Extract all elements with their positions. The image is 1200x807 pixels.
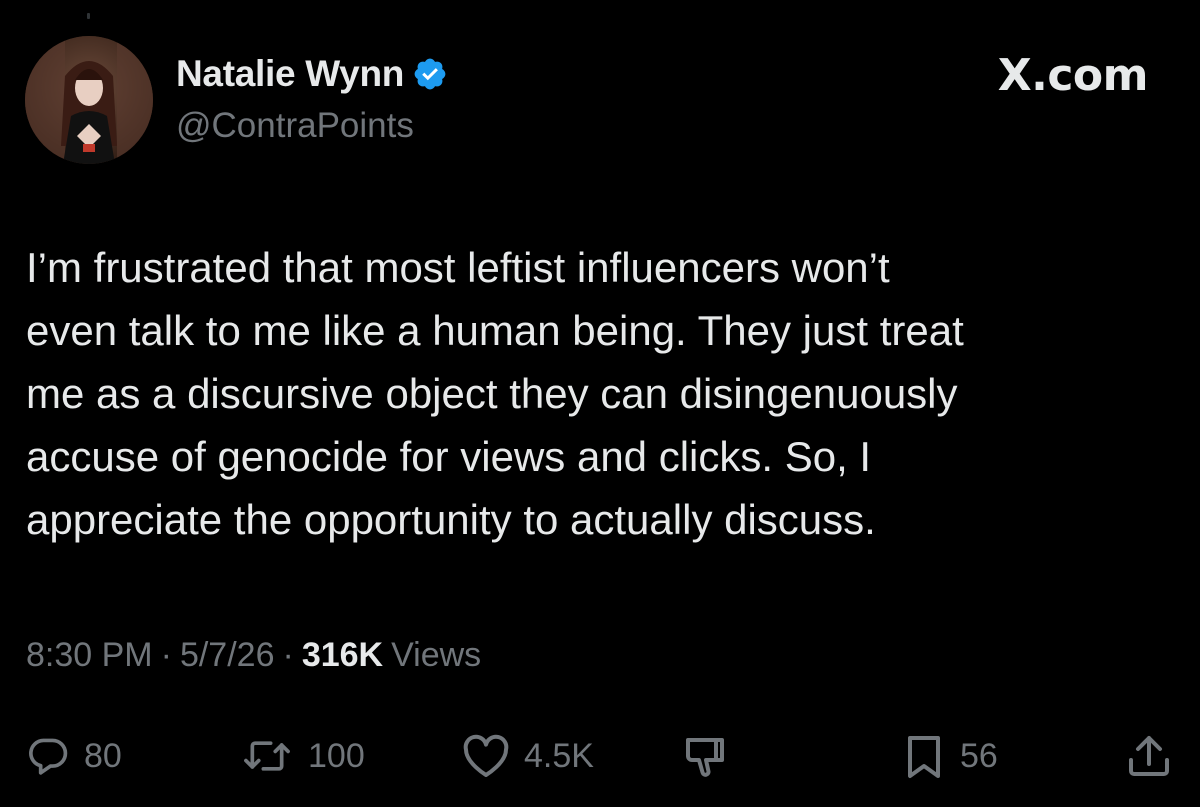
avatar-image <box>25 36 153 164</box>
reply-button[interactable]: 80 <box>26 728 122 784</box>
tweet-line: I’m frustrated that most leftist influen… <box>26 244 890 291</box>
tweet-body: I’m frustrated that most leftist influen… <box>26 236 1156 551</box>
reply-icon <box>29 738 68 775</box>
views-count[interactable]: 316K <box>302 636 383 675</box>
bookmark-button[interactable]: 56 <box>902 728 998 784</box>
action-bar: 80 100 4.5K 56 <box>0 728 1200 788</box>
meta-separator: · <box>282 636 294 674</box>
heart-icon <box>463 734 509 777</box>
tweet-line: appreciate the opportunity to actually d… <box>26 496 876 543</box>
tweet-line: even talk to me like a human being. They… <box>26 307 964 354</box>
bookmark-count: 56 <box>960 736 998 775</box>
author-name-row[interactable]: Natalie Wynn <box>176 52 448 96</box>
repost-icon <box>244 741 290 771</box>
dislike-button[interactable] <box>682 728 730 784</box>
tweet-line: accuse of genocide for views and clicks.… <box>26 433 872 480</box>
meta-separator: · <box>160 636 172 674</box>
views-label[interactable]: Views <box>391 636 481 675</box>
user-handle[interactable]: @ContraPoints <box>176 106 414 146</box>
share-icon <box>1129 736 1169 776</box>
reply-count: 80 <box>84 736 122 775</box>
tweet-meta: 8:30 PM · 5/7/26 · 316K Views <box>26 636 481 675</box>
display-name[interactable]: Natalie Wynn <box>176 53 404 95</box>
thread-connector <box>87 13 90 19</box>
like-count: 4.5K <box>524 736 594 775</box>
brand-logo-text: X.com <box>997 50 1149 101</box>
avatar[interactable] <box>25 36 153 164</box>
dislike-icon <box>686 738 724 777</box>
post-time[interactable]: 8:30 PM <box>26 636 153 675</box>
like-button[interactable]: 4.5K <box>462 728 594 784</box>
share-button[interactable] <box>1126 728 1172 784</box>
repost-count: 100 <box>308 736 365 775</box>
post-date[interactable]: 5/7/26 <box>180 636 275 675</box>
tweet-line: me as a discursive object they can disin… <box>26 370 958 417</box>
verified-badge-icon <box>412 56 448 92</box>
repost-button[interactable]: 100 <box>240 728 365 784</box>
bookmark-icon <box>908 736 940 778</box>
